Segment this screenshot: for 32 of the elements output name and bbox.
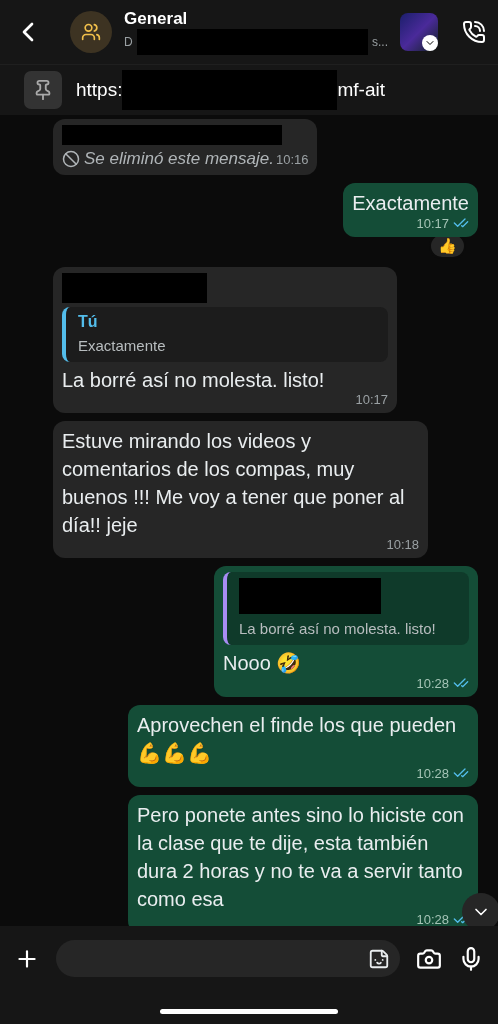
pin-button[interactable] — [24, 71, 62, 109]
quote-text: Exactamente — [78, 337, 167, 354]
message-time: 10:28 — [416, 911, 449, 926]
message-time: 10:18 — [386, 537, 419, 552]
quoted-message[interactable]: La borré así no molesta. listo! — [223, 572, 469, 645]
deleted-message-text: Se eliminó este mensaje. — [62, 149, 274, 169]
message-text: Exactamente — [352, 191, 469, 216]
message-text: La borré así no molesta. listo! — [62, 368, 326, 393]
pinned-link[interactable]: https: — [76, 79, 123, 101]
group-icon — [81, 22, 101, 42]
message-time: 10:16 — [275, 151, 309, 167]
message-text: Nooo 🤣 — [223, 651, 303, 676]
message-text: Estuve mirando los videos y comentarios de los compas, muy buenos !!! Me voy a tener que poner al día!! jeje — [62, 429, 406, 538]
chat-subtitle: s... — [372, 35, 388, 49]
message-time: 10:17 — [355, 392, 388, 407]
message-time: 10:28 — [416, 675, 449, 691]
pinned-link[interactable]: mf-ait — [337, 79, 385, 101]
chat-subtitle: D — [124, 35, 133, 49]
quoted-message[interactable]: Tú Exactamente — [62, 307, 388, 362]
quote-text: La borré así no molesta. listo! — [239, 620, 437, 637]
message-time: 10:28 — [416, 765, 449, 781]
prohibited-icon — [62, 150, 80, 168]
quote-author: Tú — [78, 313, 99, 331]
message-text: Pero ponete antes sino lo hiciste con la clase que te dije, esta también dura 2 horas y no te va a servir tanto como esa — [137, 803, 465, 912]
sticker-icon[interactable] — [368, 947, 390, 970]
group-photo[interactable] — [400, 13, 438, 51]
group-avatar[interactable] — [70, 11, 112, 53]
message-text: Aprovechen el finde los que pueden 💪💪💪 — [137, 713, 458, 766]
message-time: 10:17 — [416, 215, 449, 231]
scroll-down-button[interactable] — [462, 893, 498, 926]
chat-title[interactable]: General — [124, 9, 388, 29]
message-input-field[interactable] — [56, 940, 400, 977]
